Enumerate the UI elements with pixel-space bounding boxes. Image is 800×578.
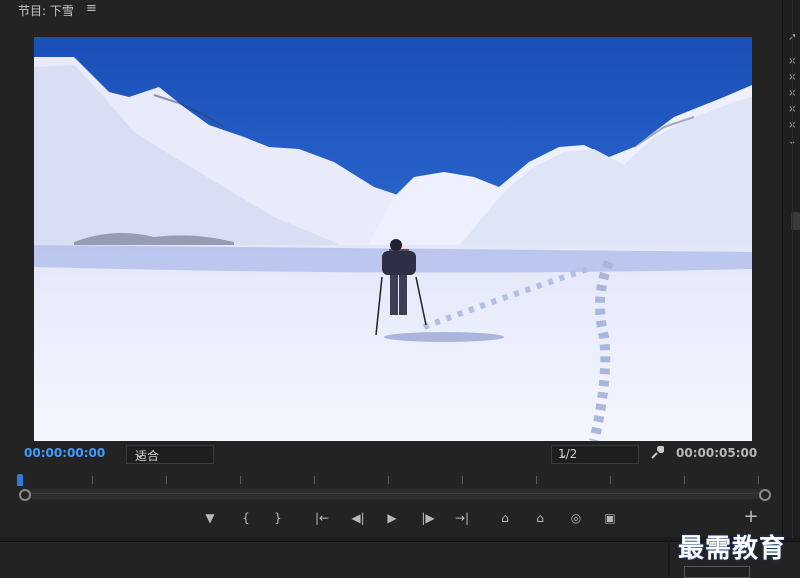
step-forward-button[interactable]: |▶ (418, 508, 438, 528)
resolution-select[interactable]: 1/2 ⌄ (551, 445, 639, 464)
time-ruler[interactable] (18, 474, 764, 484)
panel-menu-icon[interactable]: ≡ (86, 1, 97, 16)
zoom-scroll-bar[interactable] (23, 489, 764, 499)
mark-in-button[interactable]: { (236, 508, 256, 528)
chevron-down-icon: ⌄ (135, 447, 146, 461)
add-marker-button[interactable]: ▼ (200, 508, 220, 528)
bottom-panel-left (0, 541, 668, 578)
program-viewer[interactable] (34, 37, 752, 441)
ruler-tick (684, 476, 685, 484)
ruler-tick (758, 476, 759, 484)
fit-select[interactable]: 适合 ⌄ (126, 445, 214, 464)
panel-title: 节目: 下雪 (18, 4, 74, 18)
lift-button[interactable]: ⌂ (495, 508, 515, 528)
watermark-logo: 最需教育 (678, 534, 787, 564)
playhead[interactable] (17, 474, 23, 486)
scroll-track-line (24, 493, 764, 494)
go-to-in-button[interactable]: |← (312, 508, 332, 528)
ruler-tick (388, 476, 389, 484)
play-button[interactable]: ▶ (382, 508, 402, 528)
panel-divider (792, 0, 793, 577)
duration-timecode: 00:00:05:00 (676, 446, 758, 460)
ruler-tick (92, 476, 93, 484)
go-to-out-button[interactable]: →| (452, 508, 472, 528)
chevron-down-icon: ⌄ (558, 447, 569, 461)
button-editor-plus[interactable]: + (742, 508, 760, 526)
current-timecode[interactable]: 00:00:00:00 (24, 446, 105, 460)
bottom-right-bar (684, 566, 750, 578)
ruler-tick (240, 476, 241, 484)
wrench-icon[interactable] (650, 446, 664, 460)
mark-out-button[interactable]: } (268, 508, 288, 528)
ruler-tick (610, 476, 611, 484)
ruler-tick (536, 476, 537, 484)
scroll-handle-left[interactable] (19, 489, 31, 501)
extract-button[interactable]: ⌂ (530, 508, 550, 528)
export-frame-button[interactable]: ◎ (566, 508, 586, 528)
ruler-tick (166, 476, 167, 484)
step-back-button[interactable]: ◀| (348, 508, 368, 528)
ruler-tick (462, 476, 463, 484)
scroll-handle-right[interactable] (759, 489, 771, 501)
panel-header: 节目: 下雪 ≡ (0, 0, 782, 22)
program-frame-image (34, 37, 752, 441)
ruler-tick (314, 476, 315, 484)
compare-view-button[interactable]: ▣ (600, 508, 620, 528)
